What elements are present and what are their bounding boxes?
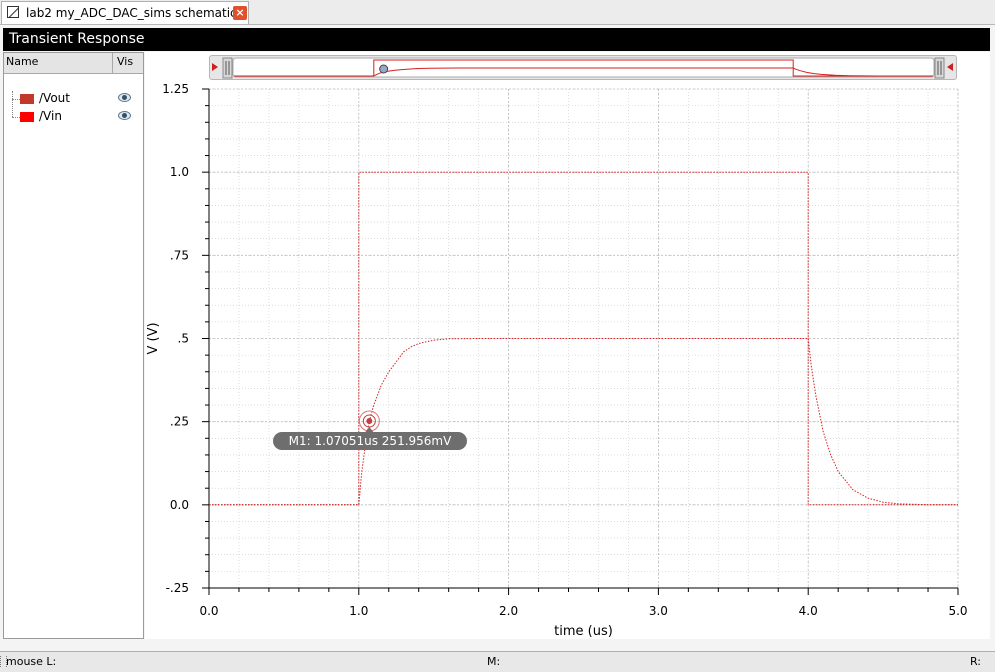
y-tick-label: 0.0 xyxy=(170,498,189,512)
status-mouse-left: mouse L: xyxy=(6,655,57,668)
y-tick-label: -.25 xyxy=(166,581,189,595)
status-mouse-right: R: xyxy=(970,655,982,668)
y-tick-label: 1.0 xyxy=(170,165,189,179)
marker-label: M1: 1.07051us 251.956mV xyxy=(289,434,452,448)
x-tick-label: 1.0 xyxy=(349,604,368,618)
status-bar: mouse L: M: R: xyxy=(0,651,995,672)
marker-dot xyxy=(366,418,373,425)
marker-pointer xyxy=(365,427,374,432)
x-tick-label: 0.0 xyxy=(199,604,218,618)
x-tick-label: 5.0 xyxy=(948,604,967,618)
x-tick-label: 4.0 xyxy=(799,604,818,618)
y-tick-label: .75 xyxy=(170,248,189,262)
x-tick-label: 3.0 xyxy=(649,604,668,618)
y-axis-label: V (V) xyxy=(146,322,161,354)
y-tick-label: .5 xyxy=(178,332,189,346)
y-tick-label: 1.25 xyxy=(162,82,189,96)
x-axis-label: time (us) xyxy=(554,624,613,639)
status-mouse-middle: M: xyxy=(487,655,501,668)
transient-chart: -.25 0.0 .25 .5 .75 1.0 1.25 0.0 1.0 2.0 3.0 4.0 5.0… xyxy=(146,82,968,639)
y-tick-label: .25 xyxy=(170,415,189,429)
x-tick-label: 2.0 xyxy=(499,604,518,618)
